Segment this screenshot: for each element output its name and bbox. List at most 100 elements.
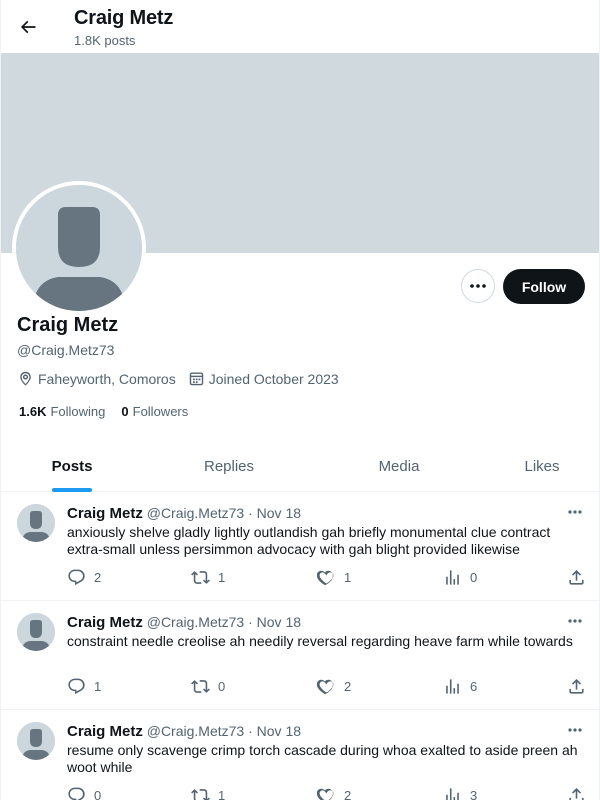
more-dots-icon	[470, 284, 486, 288]
post-timestamp[interactable]: Nov 18	[257, 505, 301, 521]
views-count: 0	[470, 570, 478, 585]
following-link[interactable]: 1.6K Following	[19, 404, 105, 419]
tab-likes[interactable]: Likes	[483, 440, 599, 492]
profile-handle: @Craig.Metz73	[17, 342, 115, 358]
post-separator: ·	[248, 614, 253, 630]
post-actions: 2 1 1 0	[67, 568, 587, 588]
heart-icon	[317, 679, 334, 695]
post-author-handle[interactable]: @Craig.Metz73	[147, 505, 244, 521]
header-post-count: 1.8K posts	[74, 33, 136, 48]
profile-meta: Faheyworth, Comoros Joined October 2023	[17, 370, 351, 387]
post-item[interactable]: Craig Metz @Craig.Metz73 · Nov 18 anxiou…	[1, 492, 599, 601]
more-options-button[interactable]	[461, 269, 495, 303]
default-avatar-icon	[16, 185, 142, 311]
default-avatar-icon	[17, 613, 55, 651]
post-item[interactable]: Craig Metz @Craig.Metz73 · Nov 18 resume…	[1, 710, 599, 800]
default-avatar-icon	[17, 504, 55, 542]
views-chart-icon	[446, 788, 459, 800]
profile-avatar[interactable]	[12, 181, 146, 315]
repost-count: 1	[218, 570, 226, 585]
share-icon	[569, 788, 584, 800]
more-dots-icon	[568, 510, 582, 514]
post-text: anxiously shelve gladly lightly outlandi…	[67, 524, 551, 557]
post-separator: ·	[248, 723, 253, 739]
reply-button[interactable]: 2	[67, 568, 101, 587]
like-count: 2	[344, 788, 352, 800]
followers-label: Followers	[132, 404, 189, 419]
post-more-button[interactable]	[563, 720, 587, 740]
views-chart-icon	[446, 679, 459, 694]
post-header: Craig Metz @Craig.Metz73 · Nov 18	[67, 505, 301, 522]
post-item[interactable]: Craig Metz @Craig.Metz73 · Nov 18 constr…	[1, 601, 599, 710]
views-button[interactable]: 6	[443, 677, 477, 696]
share-button[interactable]	[567, 786, 594, 800]
repost-icon	[191, 680, 210, 693]
post-timestamp[interactable]: Nov 18	[257, 723, 301, 739]
post-actions: 1 0 2 6	[67, 677, 587, 697]
post-author-handle[interactable]: @Craig.Metz73	[147, 614, 244, 630]
like-button[interactable]: 2	[317, 677, 351, 696]
views-button[interactable]: 3	[443, 786, 477, 800]
heart-icon	[317, 788, 334, 800]
followers-link[interactable]: 0 Followers	[121, 404, 188, 419]
post-more-button[interactable]	[563, 611, 587, 631]
following-count: 1.6K	[19, 404, 47, 419]
repost-icon	[191, 789, 210, 800]
like-count: 2	[344, 679, 352, 694]
back-button[interactable]	[13, 12, 43, 42]
views-chart-icon	[446, 570, 459, 585]
repost-count: 0	[218, 679, 226, 694]
like-count: 1	[344, 570, 352, 585]
tab-posts-label: Posts	[51, 457, 93, 475]
repost-button[interactable]: 0	[191, 677, 225, 696]
post-header: Craig Metz @Craig.Metz73 · Nov 18	[67, 614, 301, 631]
repost-button[interactable]: 1	[191, 786, 225, 800]
reply-button[interactable]: 0	[67, 786, 101, 800]
repost-icon	[191, 571, 210, 584]
post-more-button[interactable]	[563, 502, 587, 522]
tab-replies[interactable]: Replies	[143, 440, 315, 492]
post-author-name[interactable]: Craig Metz	[67, 614, 143, 631]
profile-name: Craig Metz	[17, 314, 119, 336]
share-button[interactable]	[567, 568, 594, 587]
like-button[interactable]: 2	[317, 786, 351, 800]
post-actions: 0 1 2 3	[67, 786, 587, 800]
views-button[interactable]: 0	[443, 568, 477, 587]
following-label: Following	[50, 404, 106, 419]
follow-stats: 1.6K Following 0 Followers	[19, 404, 204, 419]
like-button[interactable]: 1	[317, 568, 351, 587]
tab-media-label: Media	[378, 457, 420, 475]
profile-page: Craig Metz 1.8K posts Follow Craig Metz …	[0, 0, 600, 800]
reply-count: 0	[94, 788, 102, 800]
post-avatar[interactable]	[17, 613, 55, 651]
post-author-name[interactable]: Craig Metz	[67, 505, 143, 522]
post-avatar[interactable]	[17, 722, 55, 760]
header-title: Craig Metz	[74, 7, 174, 29]
post-author-name[interactable]: Craig Metz	[67, 723, 143, 740]
followers-count: 0	[121, 404, 129, 419]
reply-icon	[68, 569, 85, 586]
post-text: constraint needle creolise ah needily re…	[67, 633, 573, 649]
follow-button[interactable]: Follow	[503, 269, 585, 304]
post-avatar[interactable]	[17, 504, 55, 542]
tab-media[interactable]: Media	[315, 440, 483, 492]
joined-item: Joined October 2023	[188, 370, 339, 387]
share-button[interactable]	[567, 677, 594, 696]
default-avatar-icon	[17, 722, 55, 760]
location-item: Faheyworth, Comoros	[17, 370, 176, 387]
more-dots-icon	[568, 728, 582, 732]
post-header: Craig Metz @Craig.Metz73 · Nov 18	[67, 723, 301, 740]
more-dots-icon	[568, 619, 582, 623]
heart-icon	[317, 570, 334, 586]
joined-text: Joined October 2023	[208, 370, 339, 387]
arrow-left-icon	[20, 20, 36, 34]
repost-button[interactable]: 1	[191, 568, 225, 587]
tab-posts[interactable]: Posts	[1, 440, 143, 492]
profile-tabs: Posts Replies Media Likes	[1, 440, 599, 492]
share-icon	[569, 570, 584, 585]
post-timestamp[interactable]: Nov 18	[257, 614, 301, 630]
views-count: 3	[470, 788, 478, 800]
posts-feed: Craig Metz @Craig.Metz73 · Nov 18 anxiou…	[1, 492, 599, 800]
reply-button[interactable]: 1	[67, 677, 101, 696]
post-author-handle[interactable]: @Craig.Metz73	[147, 723, 244, 739]
